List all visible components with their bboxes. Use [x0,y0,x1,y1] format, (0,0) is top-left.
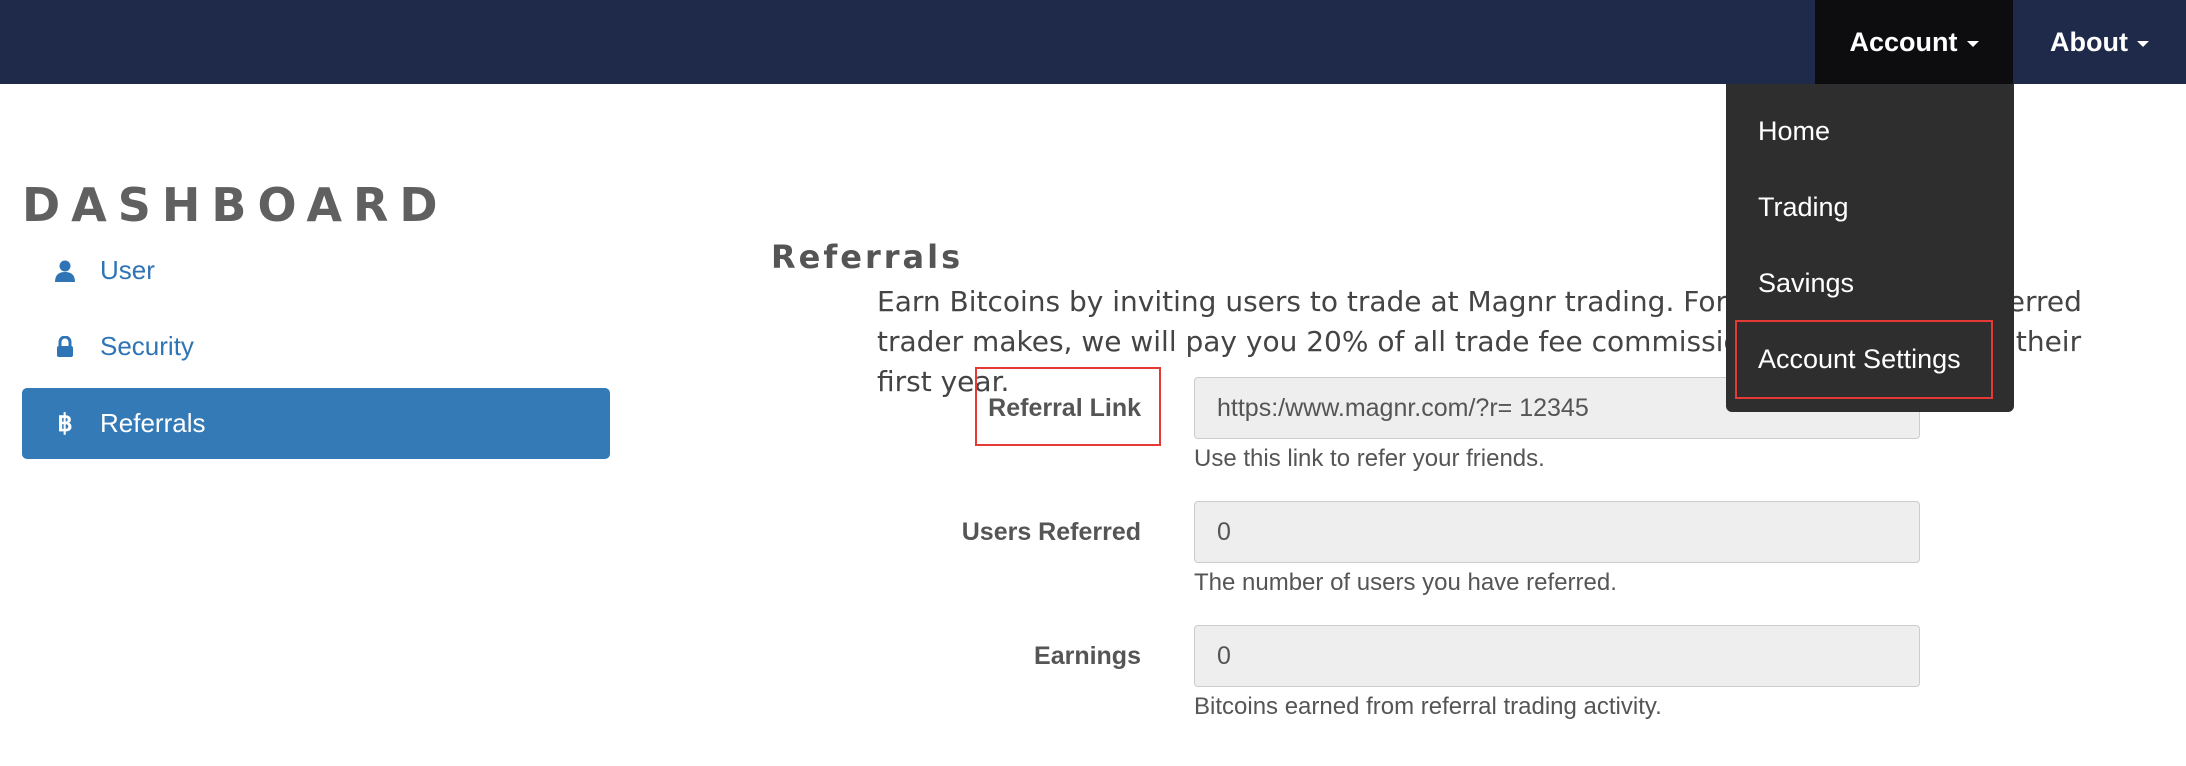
lock-icon [48,335,82,358]
sidebar-item-security[interactable]: Security [22,311,610,382]
users-referred-label: Users Referred [961,518,1141,546]
sidebar-item-user[interactable]: User [22,235,610,306]
section-title: Referrals [771,238,964,276]
bitcoin-icon: ฿ [57,410,73,437]
users-referred-help: The number of users you have referred. [1194,569,1617,596]
users-referred-input[interactable]: 0 [1194,501,1920,563]
dropdown-item-home[interactable]: Home [1758,116,1830,147]
sidebar-item-label: User [100,255,155,285]
dropdown-item-savings[interactable]: Savings [1758,268,1854,299]
account-menu-toggle[interactable]: Account [1815,0,2013,84]
referral-link-value: https:/www.magnr.com/?r= 12345 [1217,393,1589,422]
about-menu-toggle[interactable]: About [2013,0,2186,84]
sidebar-item-label: Security [100,331,194,361]
referral-link-label: Referral Link [988,394,1141,422]
earnings-label: Earnings [1034,642,1141,670]
user-icon [48,260,82,282]
about-menu-label: About [2050,26,2128,57]
dropdown-item-trading[interactable]: Trading [1758,192,1849,223]
users-referred-value: 0 [1217,517,1231,546]
top-navbar: Account About [0,0,2186,84]
sidebar-item-label: Referrals [100,408,206,438]
earnings-help: Bitcoins earned from referral trading ac… [1194,693,1662,720]
sidebar-item-referrals[interactable]: ฿ Referrals [22,388,610,459]
earnings-input[interactable]: 0 [1194,625,1920,687]
earnings-value: 0 [1217,641,1231,670]
dropdown-item-account-settings[interactable]: Account Settings [1758,344,1961,375]
caret-down-icon [1966,41,1979,47]
referral-link-help: Use this link to refer your friends. [1194,445,1545,472]
caret-down-icon [2136,41,2149,47]
account-menu-label: Account [1849,26,1958,57]
dashboard-title: DASHBOARD [22,178,449,232]
